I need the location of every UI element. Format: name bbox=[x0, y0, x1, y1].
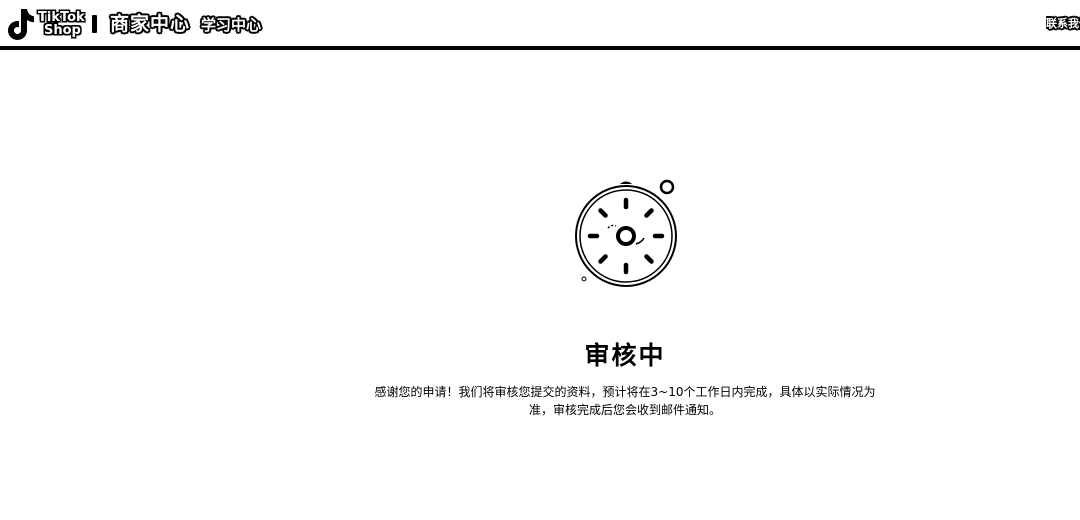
review-status-title: 审核中 bbox=[584, 341, 666, 370]
tiktok-shop-logo[interactable]: TikTok Shop bbox=[6, 6, 85, 42]
header-divider bbox=[92, 15, 97, 33]
review-status-description: 感谢您的申请！我们将审核您提交的资料，预计将在3~10个工作日内完成，具体以实际… bbox=[374, 385, 876, 417]
top-navigation-bar: TikTok Shop 商家中心 学习中心 联系我们 bbox=[0, 0, 1080, 50]
merchant-center-title[interactable]: 商家中心 bbox=[110, 11, 190, 37]
learning-center-link[interactable]: 学习中心 bbox=[201, 14, 261, 36]
tiktok-note-icon bbox=[8, 9, 34, 40]
logo-wordmark: TikTok Shop bbox=[38, 11, 85, 37]
review-dial-icon bbox=[575, 179, 677, 287]
contact-us-link[interactable]: 联系我们 bbox=[1046, 15, 1080, 33]
logo-line-shop: Shop bbox=[44, 23, 81, 38]
